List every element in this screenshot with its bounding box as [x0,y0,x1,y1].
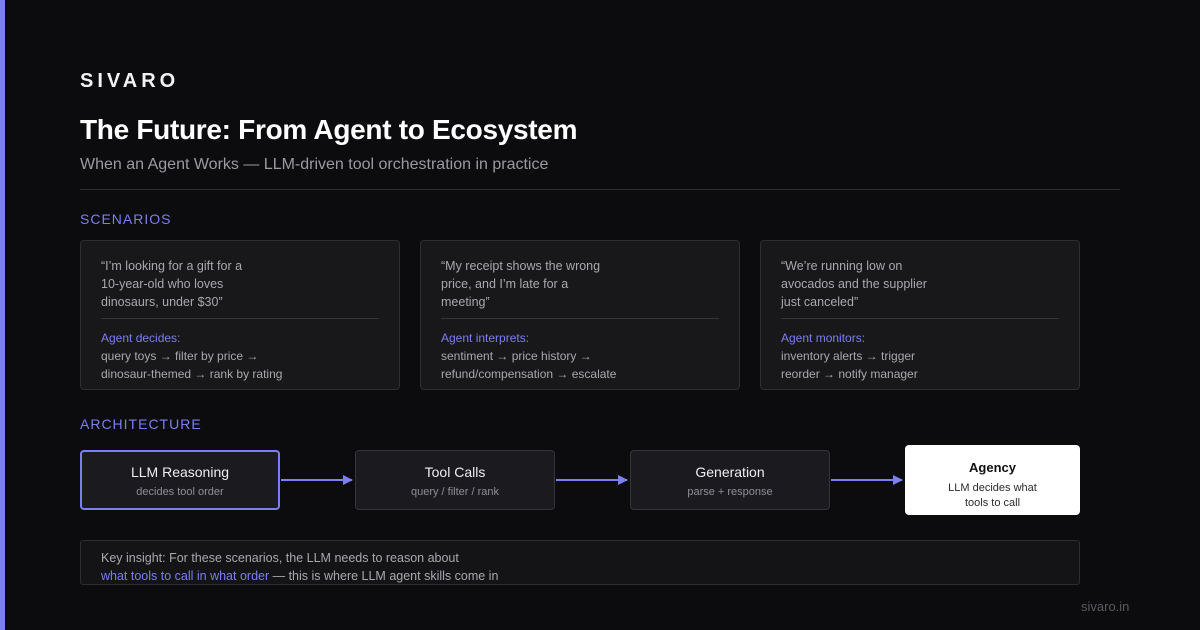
node-agency: Agency LLM decides what tools to call [905,445,1080,515]
agency-line: tools to call [964,497,1021,509]
insight-rest: — this is where LLM agent skills come in [269,569,499,583]
insight-highlight: what tools to call in what order [101,569,270,583]
node-tool-calls: Tool Calls query / filter / rank [355,450,555,510]
node-llm-reasoning: LLM Reasoning decides tool order [80,450,280,510]
agency-title: Agency [969,460,1016,475]
footer-url: sivaro.in [1081,599,1130,614]
node-title: Tool Calls [424,464,486,480]
node-subtitle: query / filter / rank [410,486,500,498]
key-insight-box: Key insight: For these scenarios, the LL… [80,540,1080,585]
flow-arrows [281,475,903,485]
agency-description: LLM decides what tools to call [905,481,1080,511]
node-subtitle: decides tool order [136,486,224,498]
node-subtitle: parse + response [687,486,773,498]
insight-line: Key insight: For these scenarios, the LL… [101,551,459,565]
agency-line: LLM decides what [948,482,1037,494]
node-title: Generation [695,464,765,480]
node-generation: Generation parse + response [630,450,830,510]
node-title: LLM Reasoning [130,464,230,480]
insight-line-2: what tools to call in what order — this … [101,567,1059,585]
